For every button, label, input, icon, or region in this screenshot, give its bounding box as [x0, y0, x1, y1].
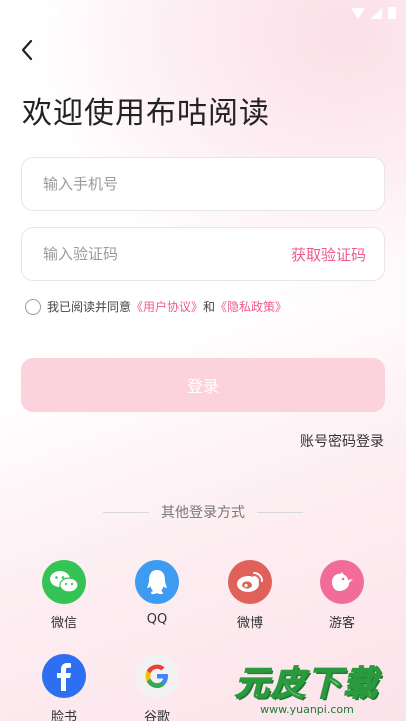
weibo-icon: [228, 560, 272, 604]
back-button[interactable]: [14, 36, 42, 64]
agree-prefix: 我已阅读并同意: [47, 300, 132, 314]
agree-and: 和: [203, 300, 216, 314]
notification-icon: [8, 6, 22, 18]
facebook-login-button[interactable]: 脸书: [32, 654, 96, 721]
google-icon: [135, 654, 179, 698]
facebook-icon: [42, 654, 86, 698]
watermark-text: 元皮下载: [234, 663, 379, 705]
google-login-button[interactable]: 谷歌: [125, 654, 189, 721]
wifi-icon: [351, 7, 365, 19]
user-agreement-link[interactable]: 《用户协议》: [131, 298, 203, 315]
notification-icon: [48, 6, 58, 18]
guest-bird-icon: [320, 560, 364, 604]
other-login-divider: 其他登录方式: [0, 502, 406, 522]
login-button[interactable]: 登录: [21, 358, 385, 412]
weibo-label: 微博: [236, 616, 263, 631]
phone-field[interactable]: [21, 157, 385, 211]
weibo-login-button[interactable]: 微博: [218, 560, 282, 631]
password-login-link[interactable]: 账号密码登录: [300, 431, 384, 451]
privacy-policy-link[interactable]: 《隐私政策》: [215, 298, 287, 315]
qq-label: QQ: [146, 612, 168, 627]
wechat-login-button[interactable]: 微信: [32, 560, 96, 631]
chevron-left-icon: [21, 39, 33, 61]
agree-checkbox[interactable]: [25, 298, 41, 315]
qq-icon: [135, 560, 179, 604]
agreement-row: 我已阅读并同意 《用户协议》 和 《隐私政策》: [25, 298, 287, 315]
wechat-label: 微信: [50, 616, 77, 631]
divider-line: [257, 511, 303, 513]
watermark-logo: 元皮下载 www.yuanpi.com: [212, 656, 402, 716]
guest-login-button[interactable]: 游客: [310, 560, 374, 631]
wechat-icon: [42, 560, 86, 604]
page-title: 欢迎使用布咕阅读: [22, 96, 270, 131]
qq-login-button[interactable]: QQ: [125, 560, 189, 627]
google-label: 谷歌: [143, 710, 170, 721]
battery-icon: [388, 7, 396, 19]
phone-input[interactable]: [43, 158, 283, 210]
get-code-button[interactable]: 获取验证码: [291, 244, 366, 265]
guest-label: 游客: [328, 616, 355, 631]
watermark-url: www.yuanpi.com: [260, 703, 354, 716]
signal-icon: [371, 7, 382, 19]
facebook-label: 脸书: [50, 710, 77, 721]
status-bar: [0, 0, 406, 26]
code-input[interactable]: [43, 228, 283, 280]
code-field[interactable]: 获取验证码: [21, 227, 385, 281]
divider-line: [103, 511, 149, 513]
notification-icon: [28, 6, 42, 18]
other-login-label: 其他登录方式: [161, 505, 245, 521]
